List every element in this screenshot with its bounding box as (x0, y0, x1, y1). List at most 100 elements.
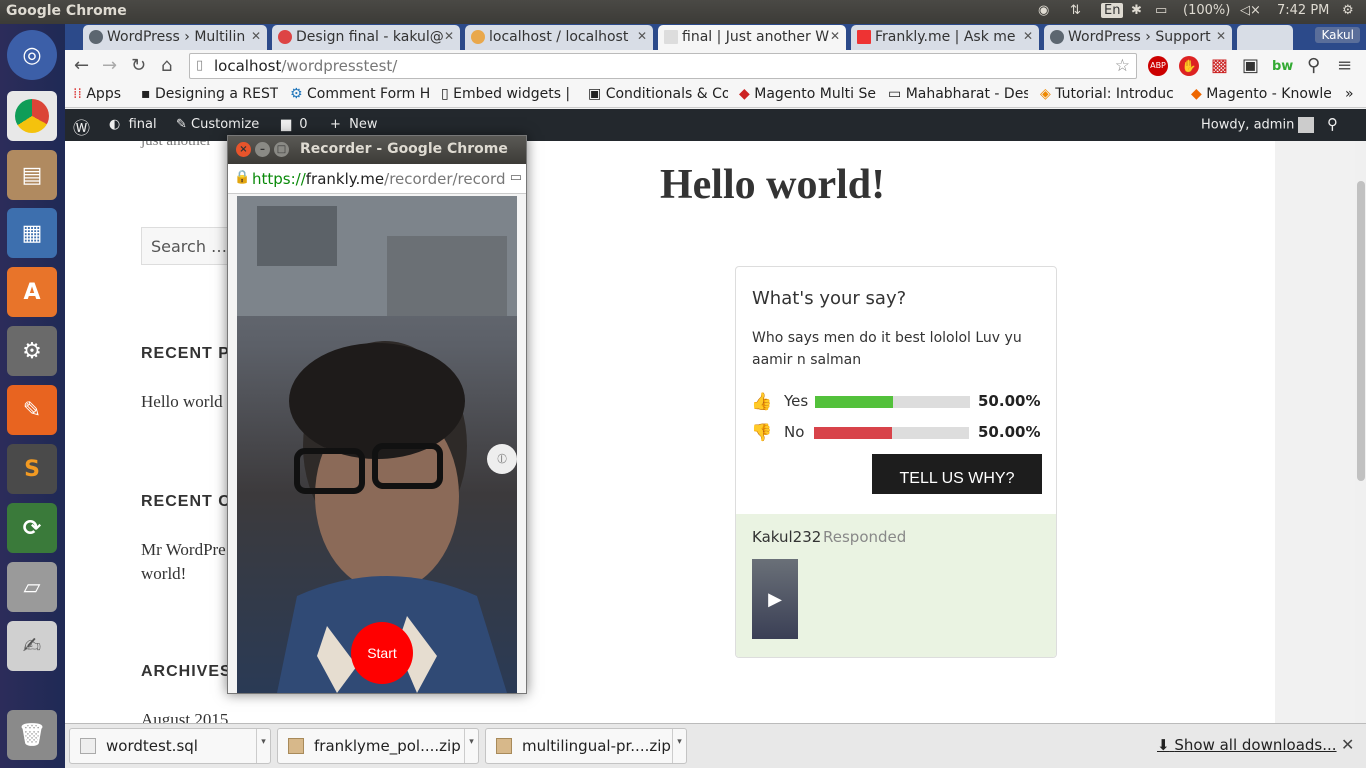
tab-wordpress-multilingual[interactable]: WordPress › Multilin ✕ (83, 25, 267, 50)
tab-wordpress-support[interactable]: WordPress › Support ✕ (1044, 25, 1232, 50)
camera-icon[interactable]: ▭ (510, 170, 522, 185)
chrome-launcher-icon[interactable] (7, 91, 57, 141)
power-gear-icon[interactable]: ⚙ (1342, 3, 1354, 18)
page-scrollbar[interactable] (1355, 141, 1366, 723)
sublime-text-icon[interactable]: S (7, 444, 57, 494)
tab-gmail[interactable]: Design final - kakul@ ✕ (272, 25, 460, 50)
responder-name[interactable]: Kakul232 (752, 528, 821, 546)
tab-phpmyadmin[interactable]: localhost / localhost ✕ (465, 25, 653, 50)
start-recording-button[interactable]: Start (351, 622, 413, 684)
bluetooth-icon[interactable]: ✱ (1131, 3, 1142, 18)
writer-launcher-icon[interactable]: ▦ (7, 208, 57, 258)
home-icon[interactable]: ⌂ (161, 55, 172, 76)
webcam-preview: ⦶ Start (237, 196, 517, 693)
chrome-indicator-icon[interactable]: ◉ (1038, 3, 1049, 18)
tell-us-why-button[interactable]: TELL US WHY? (872, 454, 1042, 494)
battery-icon[interactable]: ▭ (1155, 3, 1167, 18)
back-icon[interactable]: ← (74, 55, 89, 76)
maximize-icon[interactable]: □ (274, 142, 289, 157)
widget-heading: What's your say? (752, 288, 907, 309)
close-icon[interactable]: ✕ (444, 29, 454, 43)
bookmark-item[interactable]: ▭ Mahabharat - Des (888, 86, 1028, 102)
volume-icon[interactable]: ◁× (1240, 3, 1261, 18)
stop-extension-icon[interactable]: ✋ (1179, 56, 1199, 76)
bookmark-apps[interactable]: ⁞⁞ Apps (73, 86, 121, 102)
attachment-icon[interactable]: ⦶ (487, 444, 517, 474)
close-icon[interactable]: ✕ (1341, 735, 1354, 754)
scanner-launcher-icon[interactable]: ▱ (7, 562, 57, 612)
text-editor-icon[interactable]: ✍ (7, 621, 57, 671)
bw-extension-icon[interactable]: bw (1272, 59, 1293, 74)
recent-comment-post[interactable]: world! (141, 564, 186, 584)
magento-icon: ◆ (1191, 86, 1202, 102)
adblock-icon[interactable]: ABP (1148, 56, 1168, 76)
close-icon[interactable]: ✕ (830, 29, 840, 43)
chevron-down-icon[interactable]: ▾ (464, 729, 478, 763)
updater-launcher-icon[interactable]: ⟳ (7, 503, 57, 553)
wordpress-favicon-icon (89, 30, 103, 44)
comments-link[interactable]: ▆ 0 (281, 117, 308, 132)
post-title[interactable]: Hello world! (660, 161, 885, 209)
chrome-profile-chip[interactable]: Kakul (1315, 27, 1360, 43)
no-option-label[interactable]: No (784, 423, 804, 441)
keyboard-layout[interactable]: En (1101, 3, 1124, 18)
close-icon[interactable]: ✕ (1023, 29, 1033, 43)
popup-url-bar[interactable]: 🔒 https://frankly.me/recorder/record ▭ (228, 164, 526, 194)
network-icon[interactable]: ⇅ (1070, 3, 1081, 18)
active-app-title: Google Chrome (6, 3, 127, 19)
new-content-link[interactable]: + New (330, 117, 378, 132)
bug-extension-icon[interactable]: ▩ (1211, 55, 1228, 76)
download-item[interactable]: multilingual-pr....zip ▾ (485, 728, 687, 764)
close-icon[interactable]: ✕ (1216, 29, 1226, 43)
site-menu[interactable]: ◐ final (109, 117, 157, 132)
bookmark-item[interactable]: ▪ Designing a REST (141, 86, 278, 102)
address-bar[interactable]: ▯ localhost/wordpresstest/ ☆ (189, 53, 1137, 79)
download-item[interactable]: wordtest.sql ▾ (69, 728, 271, 764)
popup-titlebar[interactable]: × – □ Recorder - Google Chrome (228, 136, 526, 164)
settings-launcher-icon[interactable]: ⚙ (7, 326, 57, 376)
bookmark-item[interactable]: ⚙ Comment Form H (290, 86, 430, 102)
chevron-down-icon[interactable]: ▾ (256, 729, 270, 763)
software-center-icon[interactable]: A (7, 267, 57, 317)
bookmark-item[interactable]: ◆ Magento - Knowle (1191, 86, 1331, 102)
archive-link[interactable]: August 2015 (141, 710, 228, 723)
customize-link[interactable]: ✎ Customize (176, 117, 259, 132)
bookmark-item[interactable]: ▯ Embed widgets | (441, 86, 575, 102)
close-icon[interactable]: ✕ (637, 29, 647, 43)
download-item[interactable]: franklyme_pol....zip ▾ (277, 728, 479, 764)
bookmark-star-icon[interactable]: ☆ (1115, 56, 1130, 76)
search-icon[interactable]: ⚲ (1327, 115, 1338, 133)
recent-post-link[interactable]: Hello world (141, 392, 223, 412)
new-tab-button[interactable] (1237, 25, 1293, 50)
bookmarks-overflow[interactable]: » (1345, 86, 1354, 102)
pencil-app-icon[interactable]: ✎ (7, 385, 57, 435)
yes-option-label[interactable]: Yes (784, 392, 808, 410)
files-launcher-icon[interactable]: ▤ (7, 150, 57, 200)
clock[interactable]: 7:42 PM (1277, 3, 1329, 18)
forward-icon[interactable]: → (102, 55, 117, 76)
bookmark-item[interactable]: ▣ Conditionals & Co (588, 86, 728, 102)
recent-comment-author[interactable]: Mr WordPre (141, 540, 226, 560)
bookmark-item[interactable]: ◈ Tutorial: Introduc (1040, 86, 1180, 102)
close-icon[interactable]: × (236, 142, 251, 157)
minimize-icon[interactable]: – (255, 142, 270, 157)
trash-icon[interactable]: 🗑 (7, 710, 57, 760)
reload-icon[interactable]: ↻ (131, 55, 146, 76)
account-menu[interactable]: Howdy, admin (1201, 117, 1315, 133)
thumbs-down-icon[interactable]: 👎 (751, 423, 772, 443)
wordpress-logo-icon[interactable]: Ⓦ (73, 114, 90, 139)
response-video-thumbnail[interactable]: ▶ (752, 559, 798, 639)
tab-final[interactable]: final | Just another W ✕ (658, 25, 846, 50)
ubuntu-dash-icon[interactable]: ◎ (7, 30, 57, 80)
menu-icon[interactable]: ≡ (1337, 55, 1352, 76)
chevron-down-icon[interactable]: ▾ (672, 729, 686, 763)
close-icon[interactable]: ✕ (251, 29, 261, 43)
scrollbar-thumb[interactable] (1357, 181, 1365, 481)
file-icon (80, 738, 96, 754)
glasses-extension-icon[interactable]: ▣ (1242, 55, 1259, 76)
tab-frankly[interactable]: Frankly.me | Ask me ✕ (851, 25, 1039, 50)
thumbs-up-icon[interactable]: 👍 (751, 392, 772, 412)
bookmark-item[interactable]: ◆ Magento Multi Se (739, 86, 879, 102)
tree-extension-icon[interactable]: ⚲ (1307, 55, 1320, 76)
show-all-downloads-link[interactable]: ⬇ Show all downloads... (1157, 736, 1337, 754)
